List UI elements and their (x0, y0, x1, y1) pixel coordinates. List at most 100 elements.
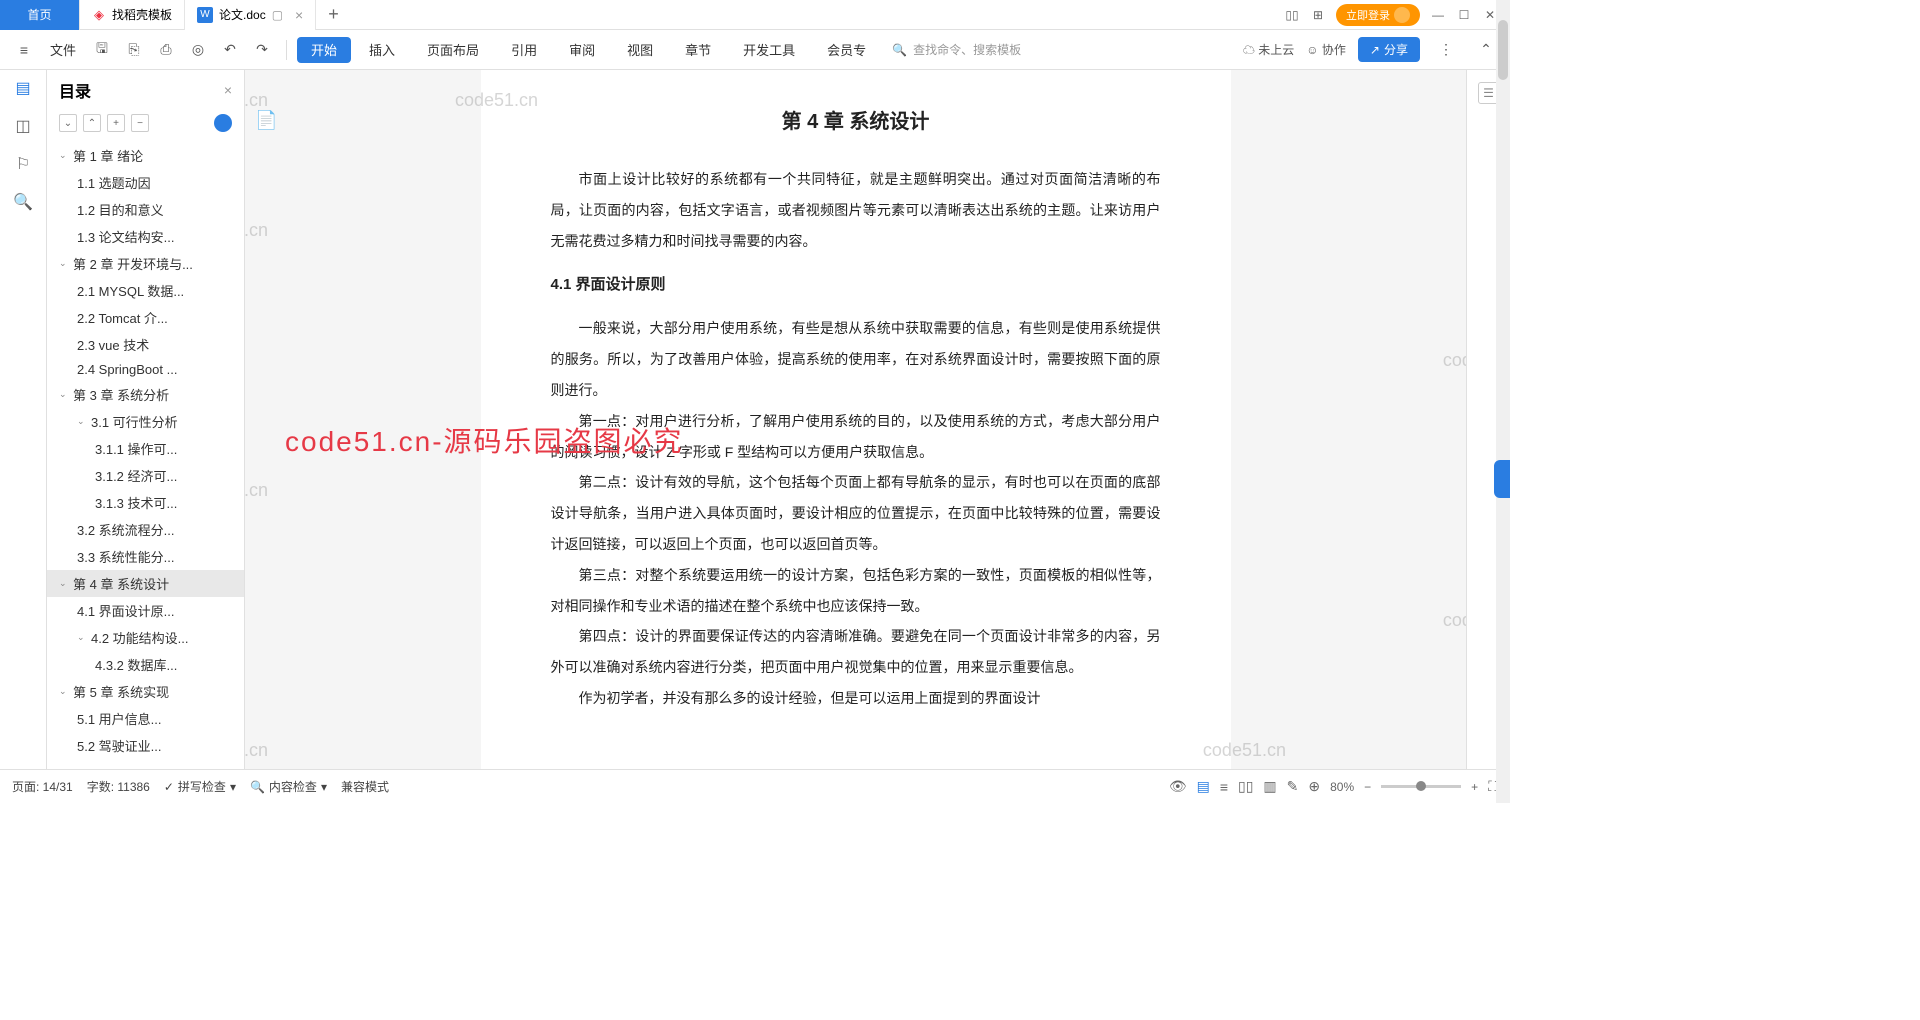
toc-item[interactable]: 1.3 论文结构安... (47, 223, 244, 250)
eye-icon[interactable]: 👁 (1169, 778, 1187, 795)
collapse-all-icon[interactable]: ⌄ (59, 114, 77, 132)
toc-item[interactable]: ⌄第 2 章 开发环境与... (47, 250, 244, 277)
chat-icon[interactable] (214, 114, 232, 132)
watermark: code51.cn (245, 740, 268, 761)
zoom-thumb[interactable] (1416, 781, 1426, 791)
view3-icon[interactable]: ▯▯ (1238, 778, 1253, 795)
add-icon[interactable]: + (107, 114, 125, 132)
zoom-level[interactable]: 80% (1330, 780, 1354, 794)
find-icon[interactable]: 🔍 (13, 192, 33, 212)
search-box[interactable]: 🔍查找命令、搜索模板 (892, 41, 1021, 58)
more-icon[interactable]: ⋮ (1432, 36, 1460, 64)
menu-insert[interactable]: 插入 (355, 30, 409, 70)
toc-item[interactable]: ⌄ 第 1 章 绪论 (47, 142, 244, 169)
expand-all-icon[interactable]: ⌃ (83, 114, 101, 132)
side-tab[interactable] (1494, 460, 1510, 498)
edit-view-icon[interactable]: ✎ (1287, 778, 1299, 795)
nav-icon[interactable]: ◫ (13, 116, 33, 136)
coop-button[interactable]: ☺ 协作 (1306, 41, 1346, 58)
detach-icon[interactable]: ▢ (272, 8, 283, 22)
zoom-slider[interactable] (1381, 785, 1461, 788)
cloud-status[interactable]: ☁ 未上云 (1243, 41, 1294, 58)
apps-icon[interactable]: ⊞ (1310, 7, 1326, 23)
menu-view[interactable]: 视图 (613, 30, 667, 70)
toc-item[interactable]: ⌄第 5 章 系统实现 (47, 678, 244, 705)
toc-item[interactable]: 2.3 vue 技术 (47, 331, 244, 358)
remove-icon[interactable]: − (131, 114, 149, 132)
toc-label: 4.3.2 数据库... (95, 655, 177, 674)
toc-item[interactable]: 1.2 目的和意义 (47, 196, 244, 223)
toc-label: 第 1 章 绪论 (73, 146, 143, 165)
toc-item[interactable]: 2.4 SpringBoot ... (47, 358, 244, 381)
toc-item[interactable]: 4.1 界面设计原... (47, 597, 244, 624)
bookmark-icon[interactable]: ⚐ (13, 154, 33, 174)
menu-chapter[interactable]: 章节 (671, 30, 725, 70)
caret-icon: ⌄ (77, 416, 87, 427)
close-panel-icon[interactable]: × (224, 82, 232, 98)
zoom-out-icon[interactable]: − (1364, 780, 1371, 794)
save-icon[interactable]: 🖫 (88, 36, 116, 64)
toc-item[interactable]: 3.1.2 经济可... (47, 462, 244, 489)
share-button[interactable]: ↗分享 (1358, 37, 1420, 62)
menu-start[interactable]: 开始 (297, 37, 351, 63)
content-check[interactable]: 🔍 内容检查 ▾ (250, 778, 327, 795)
toc-item[interactable]: 3.2 系统流程分... (47, 516, 244, 543)
toc-item[interactable]: 1.1 选题动因 (47, 169, 244, 196)
caret-icon: ⌄ (59, 150, 69, 161)
file-menu[interactable]: 文件 (42, 40, 84, 59)
menu-ref[interactable]: 引用 (497, 30, 551, 70)
tab-document[interactable]: W论文.doc▢× (185, 0, 316, 30)
toc-item[interactable]: 3.1.1 操作可... (47, 435, 244, 462)
export-icon[interactable]: ⎘ (120, 36, 148, 64)
toc-item[interactable]: 3.3 系统性能分... (47, 543, 244, 570)
redo-icon[interactable]: ↷ (248, 36, 276, 64)
tab-add[interactable]: + (316, 0, 351, 30)
toc-item[interactable]: 2.1 MYSQL 数据... (47, 277, 244, 304)
menu-dev[interactable]: 开发工具 (729, 30, 809, 70)
page-action-icon[interactable]: 📄 (255, 110, 277, 131)
view4-icon[interactable]: ▥ (1263, 778, 1276, 795)
layout-icon[interactable]: ▯▯ (1284, 7, 1300, 23)
page-count[interactable]: 页面: 14/31 (12, 778, 73, 795)
menu-review[interactable]: 审阅 (555, 30, 609, 70)
main-area: ▤ ◫ ⚐ 🔍 目录 × ⌄ ⌃ + − ⌄第 1 章 绪论1.1 选题动因1.… (0, 70, 1510, 769)
toc-item[interactable]: ⌄第 3 章 系统分析 (47, 381, 244, 408)
preview-icon[interactable]: ◎ (184, 36, 212, 64)
tab-bar: 首页 ◈找稻壳模板 W论文.doc▢× + ▯▯ ⊞ 立即登录 — ☐ ✕ (0, 0, 1510, 30)
tab-home[interactable]: 首页 (0, 0, 80, 30)
scrollbar[interactable] (1496, 0, 1510, 803)
toc-item[interactable]: 3.1.3 技术可... (47, 489, 244, 516)
settings-icon[interactable]: ⊕ (1308, 778, 1320, 795)
toc-label: 3.1.2 经济可... (95, 466, 177, 485)
toc-item[interactable]: ⌄3.1 可行性分析 (47, 408, 244, 435)
compat-mode[interactable]: 兼容模式 (341, 778, 389, 795)
toc-item[interactable]: 5.2 驾驶证业... (47, 732, 244, 759)
toc-label: 2.2 Tomcat 介... (77, 308, 168, 327)
outline-icon[interactable]: ▤ (13, 78, 33, 98)
undo-icon[interactable]: ↶ (216, 36, 244, 64)
toc-label: 2.1 MYSQL 数据... (77, 281, 184, 300)
print-icon[interactable]: ⎙ (152, 36, 180, 64)
toc-label: 3.1.3 技术可... (95, 493, 177, 512)
minimize-icon[interactable]: — (1430, 7, 1446, 23)
scroll-thumb[interactable] (1498, 20, 1508, 80)
tab-docer[interactable]: ◈找稻壳模板 (80, 0, 185, 30)
spell-check[interactable]: ✓ 拼写检查 ▾ (164, 778, 236, 795)
toc-item[interactable]: 5.1 用户信息... (47, 705, 244, 732)
zoom-in-icon[interactable]: + (1471, 780, 1478, 794)
menu-icon[interactable]: ≡ (10, 36, 38, 64)
toc-item[interactable]: ⌄第 4 章 系统设计 (47, 570, 244, 597)
search-icon: 🔍 (892, 43, 907, 57)
toc-item[interactable]: 4.3.2 数据库... (47, 651, 244, 678)
word-count[interactable]: 字数: 11386 (87, 778, 150, 795)
close-icon[interactable]: × (295, 7, 303, 23)
menu-vip[interactable]: 会员专 (813, 30, 880, 70)
toc-item[interactable]: 2.2 Tomcat 介... (47, 304, 244, 331)
menu-layout[interactable]: 页面布局 (413, 30, 493, 70)
toc-label: 第 3 章 系统分析 (73, 385, 169, 404)
login-button[interactable]: 立即登录 (1336, 4, 1420, 26)
view2-icon[interactable]: ≡ (1220, 779, 1228, 795)
toc-item[interactable]: ⌄4.2 功能结构设... (47, 624, 244, 651)
maximize-icon[interactable]: ☐ (1456, 7, 1472, 23)
view1-icon[interactable]: ▤ (1197, 778, 1210, 795)
